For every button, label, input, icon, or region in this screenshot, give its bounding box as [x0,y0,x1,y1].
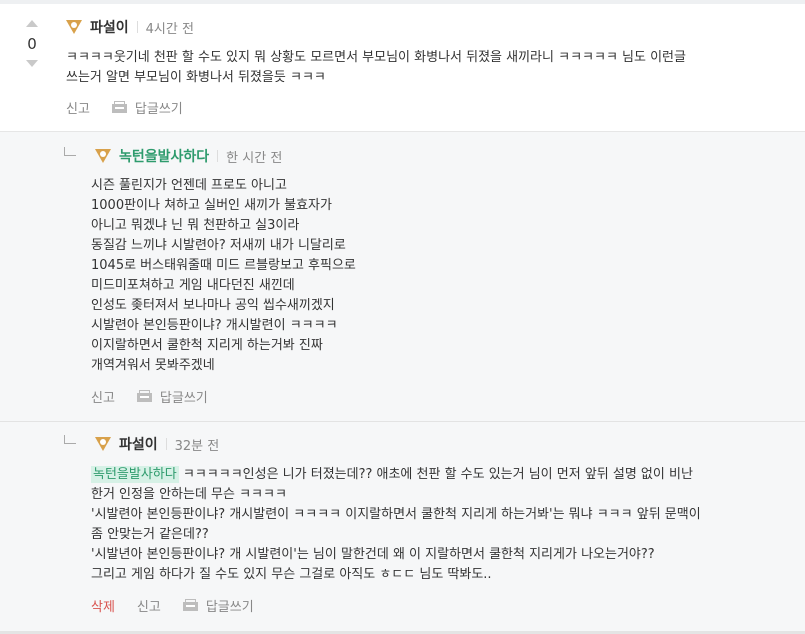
reply-icon [111,101,127,113]
report-button[interactable]: 신고 [137,596,161,615]
reply-indent-icon [64,147,76,156]
reply-button-label: 답글쓰기 [159,390,208,406]
comment-actions: 삭제 신고 답글쓰기 [91,596,276,615]
mention-tag[interactable]: 녹턴을발사하다 [91,466,179,483]
comment-top-level: 0 파설이 4시간 전 ㅋㅋㅋㅋ웃기네 천판 할 수도 있지 뭐 상황도 모르면… [0,4,805,132]
report-button[interactable]: 신고 [66,98,90,117]
reply-button[interactable]: 답글쓰기 [111,98,183,117]
comment-header: 녹턴을발사하다 한 시간 전 [95,146,282,166]
comment-body: 녹턴을발사하다 ㅋㅋㅋㅋㅋ인성은 니가 터졌는데?? 애초에 천판 할 수도 있… [91,465,796,585]
level-badge-icon [66,20,82,34]
vote-box: 0 [22,20,42,67]
divider [217,150,219,162]
comment-author[interactable]: 녹턴을발사하다 [119,146,209,166]
divider [136,21,138,33]
comment-time: 4시간 전 [145,21,194,37]
reply-button[interactable]: 답글쓰기 [136,387,208,406]
level-badge-icon [95,437,111,451]
comment-body-text: ㅋㅋㅋㅋㅋ인성은 니가 터졌는데?? 애초에 천판 할 수도 있는거 님이 먼저… [91,467,701,582]
comment-actions: 신고 답글쓰기 [66,98,205,117]
comment-actions: 신고 답글쓰기 [91,387,230,406]
vote-count: 0 [27,35,37,53]
divider [165,438,167,450]
vote-up-icon[interactable] [26,20,38,27]
comment-header: 파설이 4시간 전 [66,17,194,37]
level-badge-icon [95,149,111,163]
comment-time: 32분 전 [174,438,220,454]
reply-button-label: 답글쓰기 [134,101,183,117]
reply-icon [182,599,198,611]
reply-icon [136,390,152,402]
reply-button-label: 답글쓰기 [205,599,254,615]
report-button[interactable]: 신고 [91,387,115,406]
comment-reply: 녹턴을발사하다 한 시간 전 시즌 풀린지가 언젠데 프로도 아니고 1000판… [0,132,805,422]
delete-button[interactable]: 삭제 [91,596,115,615]
reply-indent-icon [64,435,76,444]
comment-reply: 파설이 32분 전 녹턴을발사하다 ㅋㅋㅋㅋㅋ인성은 니가 터졌는데?? 애초에… [0,422,805,634]
comment-author[interactable]: 파설이 [119,434,158,454]
comment-author[interactable]: 파설이 [90,17,129,37]
comment-body: ㅋㅋㅋㅋ웃기네 천판 할 수도 있지 뭐 상황도 모르면서 부모님이 화병나서 … [66,50,686,85]
vote-down-icon[interactable] [26,60,38,67]
reply-button[interactable]: 답글쓰기 [182,596,254,615]
comment-header: 파설이 32분 전 [95,434,219,454]
comment-time: 한 시간 전 [226,150,283,166]
comment-body: 시즌 풀린지가 언젠데 프로도 아니고 1000판이나 쳐하고 실버인 새끼가 … [91,178,356,373]
